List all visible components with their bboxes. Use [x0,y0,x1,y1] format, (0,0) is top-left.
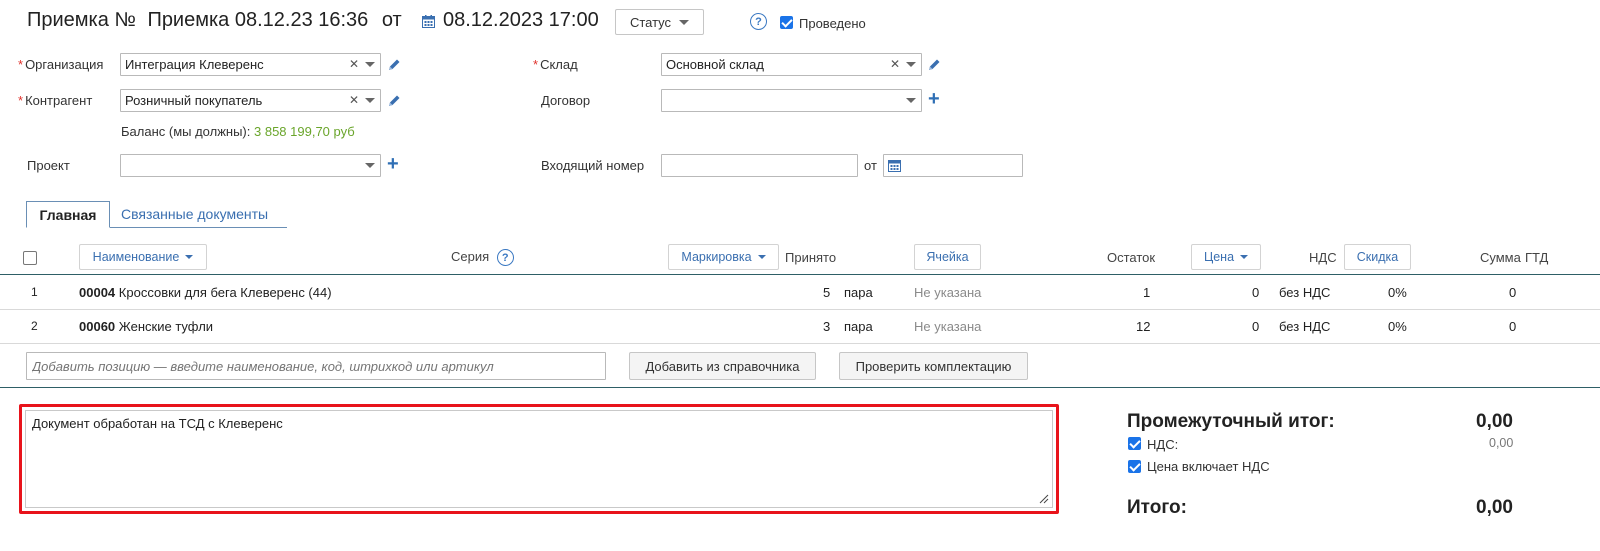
row-divider [0,309,1600,310]
edit-counterparty-icon[interactable] [387,94,401,108]
row-qty[interactable]: 5 [823,285,830,300]
status-dropdown[interactable]: Статус [615,9,704,35]
row-cell[interactable]: Не указана [914,285,981,300]
cell-column-header[interactable]: Ячейка [914,244,981,270]
edit-warehouse-icon[interactable] [927,58,941,72]
row-remainder: 1 [1143,285,1151,300]
chevron-down-icon [679,19,690,25]
row-price[interactable]: 0 [1252,285,1259,300]
subtotal-label: Промежуточный итог: [1127,411,1335,432]
incoming-from-label: от [864,158,877,173]
table-header-divider [0,274,1600,275]
total-label: Итого: [1127,497,1187,518]
row-discount[interactable]: 0% [1388,285,1407,300]
chevron-down-icon[interactable] [365,98,375,103]
posted-checkbox[interactable] [780,16,793,29]
chevron-down-icon[interactable] [906,98,916,103]
resize-handle-icon[interactable] [1039,494,1049,504]
counterparty-label: * Контрагент [18,93,93,108]
chevron-down-icon[interactable] [365,163,375,168]
clear-icon[interactable]: ✕ [890,54,900,75]
vat-checkbox[interactable] [1128,437,1141,450]
vat-label: НДС: [1147,437,1179,452]
row-discount[interactable]: 0% [1388,319,1407,334]
row-vat[interactable]: без НДС [1279,319,1330,334]
help-icon[interactable]: ? [750,13,767,30]
row-name[interactable]: 00060 Женские туфли [79,319,213,334]
row-remainder: 12 [1136,319,1151,334]
warehouse-label: * Склад [533,57,578,72]
clear-icon[interactable]: ✕ [349,90,359,111]
row-qty[interactable]: 3 [823,319,830,334]
discount-column-header[interactable]: Скидка [1344,244,1411,270]
warehouse-select[interactable]: Основной склад ✕ [661,53,922,76]
org-select[interactable]: Интеграция Клеверенс ✕ [120,53,381,76]
project-label: Проект [27,158,70,173]
row-name[interactable]: 00004 Кроссовки для бега Клеверенс (44) [79,285,332,300]
accepted-header: Принято [785,250,837,265]
select-all-checkbox[interactable] [23,251,37,265]
row-number: 2 [31,319,38,333]
calendar-icon[interactable] [888,159,901,172]
row-unit: пара [844,319,873,334]
row-divider [0,343,1600,344]
org-label: * Организация [18,57,104,72]
counterparty-select[interactable]: Розничный покупатель ✕ [120,89,381,112]
check-set-button[interactable]: Проверить комплектацию [839,352,1028,380]
add-from-catalog-button[interactable]: Добавить из справочника [629,352,816,380]
calendar-icon[interactable] [422,15,435,28]
series-header: Серия ? [451,249,514,267]
add-project-icon[interactable]: + [387,154,399,174]
tab-main[interactable]: Главная [26,201,110,228]
row-number: 1 [31,285,38,299]
edit-org-icon[interactable] [387,58,401,72]
incoming-number-input[interactable] [661,154,858,177]
row-vat[interactable]: без НДС [1279,285,1330,300]
chevron-down-icon[interactable] [365,62,375,67]
chevron-down-icon[interactable] [906,62,916,67]
from-label: от [381,9,402,31]
row-price[interactable]: 0 [1252,319,1259,334]
clear-icon[interactable]: ✕ [349,54,359,75]
vat-value: 0,00 [1489,436,1514,450]
incoming-number-label: Входящий номер [541,158,645,173]
incoming-date-input[interactable] [883,154,1023,177]
doc-date[interactable]: 08.12.2023 17:00 [443,9,599,32]
doc-prefix: Приемка № [27,9,136,31]
project-select[interactable] [120,154,381,177]
gtd-header: ГТД [1525,250,1549,265]
row-cell[interactable]: Не указана [914,319,981,334]
add-contract-icon[interactable]: + [928,89,940,109]
chevron-down-icon [185,255,194,259]
total-value: 0,00 [1476,497,1513,518]
price-incl-vat-label: Цена включает НДС [1147,459,1270,474]
sum-header: Сумма [1480,250,1521,265]
add-position-input[interactable] [26,352,606,380]
price-incl-vat-checkbox[interactable] [1128,460,1141,473]
tab-related-docs[interactable]: Связанные документы [121,206,268,222]
status-label: Статус [629,14,672,30]
marking-column-header[interactable]: Маркировка [668,244,779,270]
vat-header: НДС [1309,250,1337,265]
comment-textarea[interactable]: Документ обработан на ТСД с Клеверенс [25,410,1053,508]
subtotal-value: 0,00 [1476,411,1513,432]
chevron-down-icon [1240,255,1249,259]
doc-name[interactable]: Приемка 08.12.23 16:36 [147,9,368,31]
name-column-header[interactable]: Наименование [79,244,207,270]
balance: Баланс (мы должны): 3 858 199,70 руб [121,124,355,139]
row-sum: 0 [1509,319,1517,334]
row-sum: 0 [1509,285,1517,300]
help-icon[interactable]: ? [496,249,514,267]
chevron-down-icon [757,255,766,259]
table-footer-divider [0,387,1600,388]
row-unit: пара [844,285,873,300]
contract-select[interactable] [661,89,922,112]
balance-value: 3 858 199,70 руб [254,124,355,139]
contract-label: Договор [541,93,591,108]
price-column-header[interactable]: Цена [1191,244,1261,270]
remainder-header: Остаток [1107,250,1156,265]
posted-label: Проведено [799,16,866,31]
